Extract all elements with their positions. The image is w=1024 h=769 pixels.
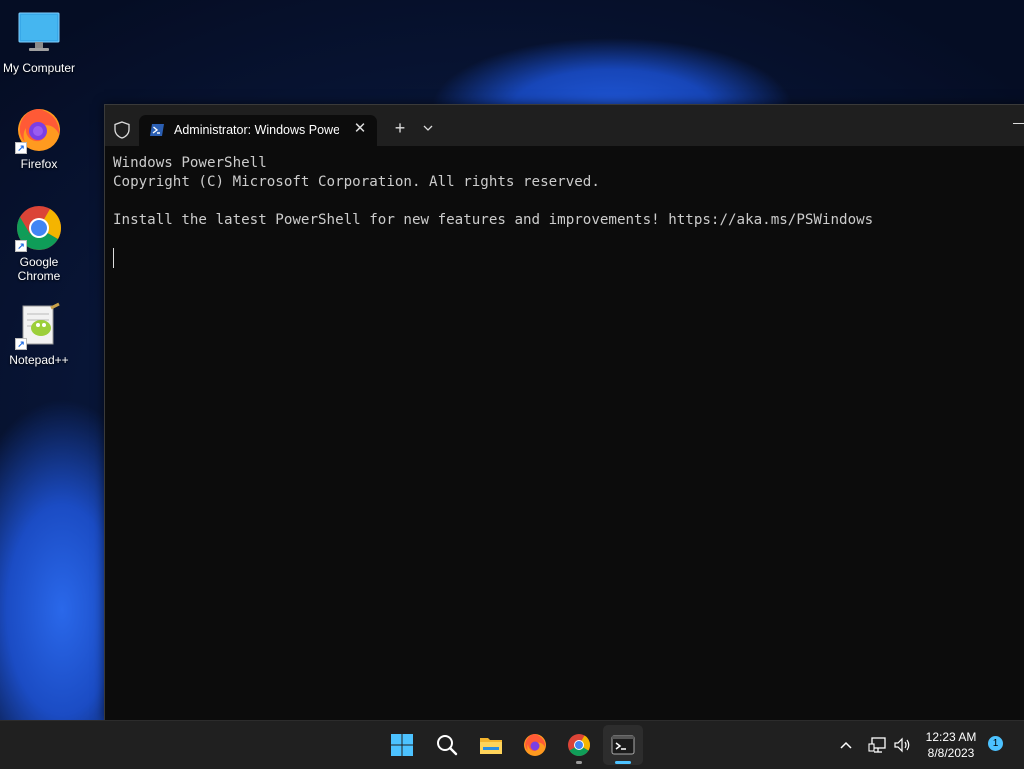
network-icon[interactable]: [868, 735, 888, 755]
firefox-taskbar-button[interactable]: [515, 725, 555, 765]
desktop-icon-label: Notepad++: [9, 353, 69, 367]
clock-time: 12:23 AM: [925, 730, 977, 744]
terminal-taskbar-button[interactable]: [603, 725, 643, 765]
taskbar: 12:23 AM 8/8/2023: [0, 720, 1024, 769]
console-line: Copyright (C) Microsoft Corporation. All…: [113, 174, 600, 190]
chrome-icon: ↗: [15, 204, 63, 252]
file-explorer-icon: [480, 738, 502, 754]
chevron-up-icon[interactable]: [836, 735, 856, 755]
new-tab-button[interactable]: +: [389, 117, 411, 139]
desktop-icon-notepadpp[interactable]: ↗ Notepad++: [0, 302, 78, 367]
close-tab-button[interactable]: ✕: [351, 120, 369, 138]
start-icon: [391, 734, 413, 756]
start-button[interactable]: [382, 725, 422, 765]
clock[interactable]: 12:23 AM 8/8/2023: [913, 729, 989, 761]
chrome-icon: [568, 734, 590, 756]
active-indicator: [615, 761, 631, 764]
minimize-button[interactable]: [1013, 123, 1024, 124]
desktop-icon-my-computer[interactable]: My Computer: [0, 10, 78, 75]
notification-badge[interactable]: 1: [988, 736, 1003, 751]
text-cursor: [113, 248, 114, 268]
chrome-taskbar-button[interactable]: [559, 725, 599, 765]
terminal-icon: [611, 735, 635, 755]
tab-powershell[interactable]: Administrator: Windows PowerShell ✕: [139, 115, 377, 146]
search-icon: [437, 735, 458, 756]
file-explorer-button[interactable]: [471, 725, 511, 765]
console-line: Windows PowerShell: [113, 155, 267, 171]
shortcut-arrow-icon: ↗: [15, 142, 27, 154]
console-output[interactable]: Windows PowerShell Copyright (C) Microsof…: [105, 146, 1024, 230]
firefox-icon: ↗: [15, 106, 63, 154]
terminal-window[interactable]: Administrator: Windows PowerShell ✕ + Wi…: [104, 104, 1024, 720]
chevron-down-icon[interactable]: [418, 117, 438, 139]
console-line: Install the latest PowerShell for new fe…: [113, 212, 874, 228]
desktop-icon-label: Google Chrome: [17, 255, 61, 283]
notepadpp-icon: ↗: [15, 302, 63, 350]
shortcut-arrow-icon: ↗: [15, 338, 27, 350]
shortcut-arrow-icon: ↗: [15, 240, 27, 252]
desktop-icon-label: Firefox: [20, 157, 58, 171]
desktop-icon-firefox[interactable]: ↗ Firefox: [0, 106, 78, 171]
tab-title: Administrator: Windows PowerShell: [174, 123, 339, 137]
shield-icon: [113, 121, 131, 139]
powershell-icon: [149, 122, 165, 138]
title-bar[interactable]: Administrator: Windows PowerShell ✕ +: [105, 105, 1024, 146]
search-button[interactable]: [427, 725, 467, 765]
clock-date: 8/8/2023: [927, 746, 975, 760]
volume-icon[interactable]: [892, 735, 912, 755]
monitor-icon: [15, 10, 63, 58]
running-indicator: [576, 761, 582, 764]
firefox-icon: [524, 734, 546, 756]
desktop-icon-google-chrome[interactable]: ↗ Google Chrome: [0, 204, 78, 283]
desktop-icon-label: My Computer: [2, 61, 76, 75]
